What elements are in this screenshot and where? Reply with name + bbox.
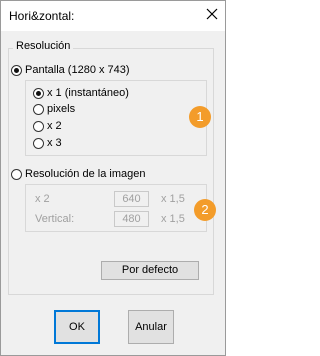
screen-radio-dot[interactable]: [11, 64, 22, 76]
image-resolution-radio[interactable]: Resolución de la imagen: [11, 168, 145, 180]
screen-radio[interactable]: Pantalla (1280 x 743): [11, 64, 130, 76]
vertical-scale: x 1,5: [161, 213, 185, 225]
cancel-button[interactable]: Anular: [128, 310, 174, 344]
screen-radio-label: Pantalla (1280 x 743): [25, 64, 130, 76]
zoom-radio-x3-label: x 3: [47, 137, 62, 149]
ok-button[interactable]: OK: [54, 310, 100, 344]
zoom-radio-x2[interactable]: x 2: [33, 120, 62, 132]
zoom-radio-pixels-label: pixels: [47, 103, 76, 115]
callout-badge-2: 2: [194, 199, 216, 221]
callout-badge-1: 1: [189, 106, 211, 128]
zoom-radio-x1-label: x 1 (instantáneo): [47, 87, 129, 99]
vertical-field[interactable]: 480: [114, 211, 149, 227]
title-bar: Hori&zontal:: [1, 1, 225, 31]
zoom-radio-x3-dot[interactable]: [33, 137, 44, 149]
dialog-window: Hori&zontal: Resolución Pantalla (1280 x…: [0, 0, 226, 356]
image-resolution-radio-label: Resolución de la imagen: [25, 168, 146, 180]
default-button[interactable]: Por defecto: [101, 261, 199, 280]
zoom-radio-x1-dot[interactable]: [33, 87, 44, 99]
width-field[interactable]: 640: [114, 191, 149, 207]
dialog-body: Resolución Pantalla (1280 x 743) x 1 (in…: [1, 31, 225, 355]
close-icon[interactable]: [203, 5, 221, 23]
image-resolution-radio-dot[interactable]: [11, 168, 22, 180]
zoom-radio-x3[interactable]: x 3: [33, 137, 62, 149]
vertical-label: Vertical:: [35, 213, 75, 225]
zoom-radio-x2-dot[interactable]: [33, 120, 44, 132]
zoom-radio-x2-label: x 2: [47, 120, 62, 132]
zoom-radio-pixels[interactable]: pixels: [33, 103, 75, 115]
width-label: x 2: [35, 193, 50, 205]
width-scale: x 1,5: [161, 193, 185, 205]
zoom-radio-pixels-dot[interactable]: [33, 103, 44, 115]
window-title: Hori&zontal:: [9, 9, 75, 23]
resolution-group-label: Resolución: [13, 40, 74, 52]
zoom-radio-x1[interactable]: x 1 (instantáneo): [33, 87, 129, 99]
